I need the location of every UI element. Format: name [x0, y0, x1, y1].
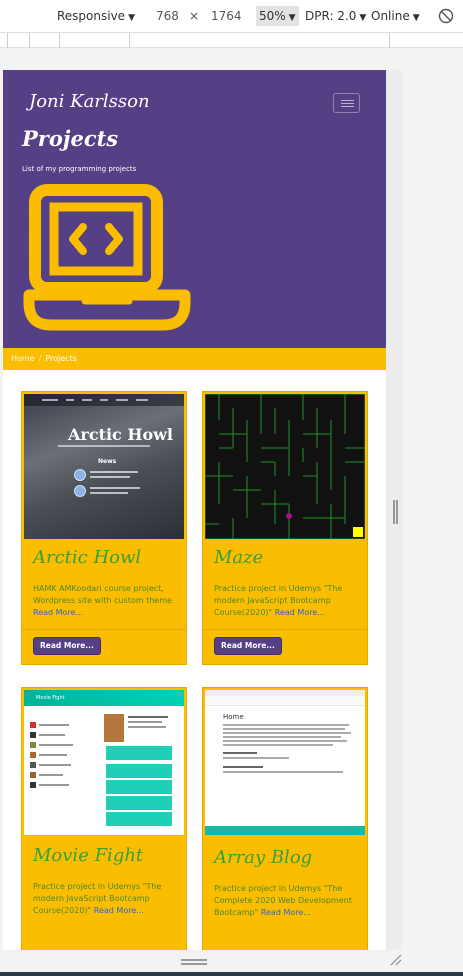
thumb-list-left: [24, 712, 94, 832]
hamburger-icon-line: [341, 106, 354, 107]
ruler-segment[interactable]: [60, 33, 130, 48]
resize-handle-bottom[interactable]: [181, 959, 207, 965]
ruler-segment[interactable]: [130, 33, 390, 48]
news-avatar: [74, 485, 86, 497]
devtools-toolbar: Responsive ▼ 768 × 1764 50% ▼ DPR: 2.0 ▼ On…: [0, 0, 463, 33]
project-title[interactable]: Arctic Howl: [33, 547, 141, 568]
project-card: Movie Fight Movie Fight Practice project: [21, 687, 187, 950]
project-thumbnail[interactable]: Home: [205, 690, 365, 835]
hero-header: Joni Karlsson Projects List of my progra…: [3, 70, 386, 348]
rotate-icon[interactable]: [437, 7, 455, 25]
project-description: Practice project in Udemys "The modern J…: [33, 882, 162, 915]
project-title[interactable]: Movie Fight: [33, 845, 143, 866]
project-card: Maze Practice project in Udemys "The mod…: [202, 391, 368, 665]
chevron-down-icon: ▼: [359, 13, 367, 23]
ruler-segment[interactable]: [390, 33, 463, 48]
media-query-ruler[interactable]: [0, 33, 463, 48]
read-more-button[interactable]: Read More...: [214, 637, 282, 655]
device-select[interactable]: Responsive ▼: [57, 9, 135, 23]
thumb-nav: [205, 696, 365, 706]
read-more-link[interactable]: Read More...: [94, 906, 144, 915]
hamburger-icon-line: [341, 103, 354, 104]
dpr-label: DPR: 2.0: [305, 9, 357, 23]
news-avatar: [74, 469, 86, 481]
stat-tile: [106, 796, 172, 810]
breadcrumb-separator: /: [38, 354, 42, 363]
throttle-select[interactable]: Online ▼: [371, 9, 420, 23]
thumb-navbar: [24, 394, 184, 406]
movie-poster: [104, 714, 124, 742]
page-viewport: Joni Karlsson Projects List of my progra…: [3, 70, 386, 950]
site-brand[interactable]: Joni Karlsson: [29, 91, 150, 112]
page-subtitle: List of my programming projects: [22, 165, 137, 173]
project-title[interactable]: Maze: [214, 547, 263, 568]
thumb-footer: [205, 826, 365, 835]
stat-tile: [106, 764, 172, 778]
project-description: Practice project in Udemys "The Complete…: [214, 884, 352, 917]
hamburger-icon-line: [341, 100, 354, 101]
project-title[interactable]: Array Blog: [214, 847, 312, 868]
project-thumbnail[interactable]: [205, 394, 365, 539]
stat-tile: [106, 780, 172, 794]
stat-tile: [106, 812, 172, 826]
width-input[interactable]: 768: [156, 9, 179, 23]
zoom-select[interactable]: 50% ▼: [256, 6, 299, 26]
dpr-select[interactable]: DPR: 2.0 ▼: [305, 9, 366, 23]
chevron-down-icon: ▼: [288, 13, 296, 23]
read-more-link[interactable]: Read More...: [261, 908, 311, 917]
laptop-code-icon: [23, 184, 191, 331]
zoom-label: 50%: [259, 9, 286, 23]
project-description: HAMK AMKoodari course project, Wordpress…: [33, 584, 172, 617]
ruler-segment[interactable]: [8, 33, 30, 48]
project-description: Practice project in Udemys "The modern J…: [214, 584, 343, 617]
resize-handle-right[interactable]: [393, 500, 398, 524]
read-more-link[interactable]: Read More...: [33, 608, 83, 617]
read-more-button[interactable]: Read More...: [33, 637, 101, 655]
stat-tile: [106, 746, 172, 760]
ruler-segment[interactable]: [30, 33, 60, 48]
breadcrumb-home[interactable]: Home: [11, 354, 35, 363]
thumb-heading: Home: [223, 713, 244, 721]
ruler-segment[interactable]: [0, 33, 8, 48]
project-card: Arctic Howl News Arctic Howl HAMK AMKood…: [21, 391, 187, 665]
resize-corner-icon[interactable]: [389, 953, 403, 967]
card-divider: [203, 629, 367, 630]
window-bottom-edge: [0, 972, 463, 976]
read-more-link[interactable]: Read More...: [275, 608, 325, 617]
times-sign: ×: [189, 9, 200, 23]
chevron-down-icon: ▼: [128, 13, 135, 23]
card-divider: [22, 629, 186, 630]
breadcrumb-current: Projects: [45, 354, 77, 363]
breadcrumb: Home / Projects: [3, 348, 386, 370]
project-card: Home Array Blog Practice project in Udem…: [202, 687, 368, 950]
project-thumbnail[interactable]: Movie Fight: [24, 690, 184, 835]
maze-grid: [205, 394, 365, 539]
project-thumbnail[interactable]: Arctic Howl News: [24, 394, 184, 539]
page-title: Projects: [22, 126, 119, 151]
thumb-heading: Arctic Howl: [68, 425, 174, 444]
thumb-tagline: [58, 445, 150, 447]
chevron-down-icon: ▼: [412, 13, 420, 23]
thumb-news-label: News: [98, 458, 117, 465]
thumb-app-bar: Movie Fight: [24, 690, 184, 706]
throttle-label: Online: [371, 9, 410, 23]
height-input[interactable]: 1764: [211, 9, 242, 23]
device-select-label: Responsive: [57, 9, 126, 23]
menu-toggle-button[interactable]: [333, 93, 360, 113]
